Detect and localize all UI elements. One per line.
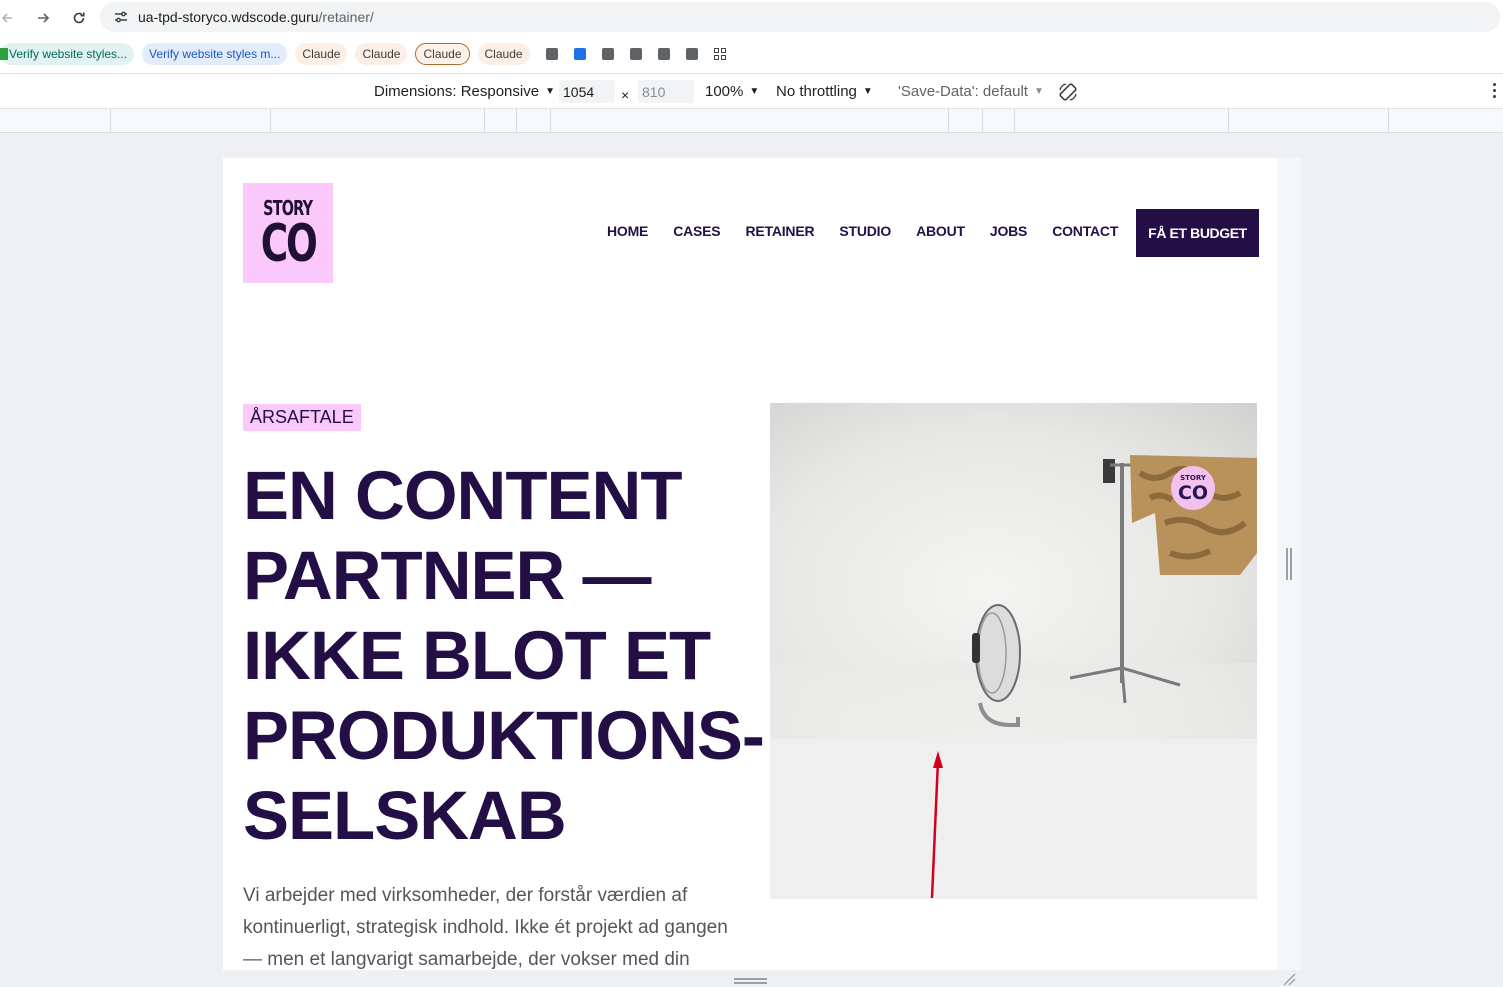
headline-line: EN CONTENT xyxy=(243,457,683,534)
main-nav: HOME CASES RETAINER STUDIO ABOUT JOBS CO… xyxy=(607,223,1143,239)
headline-line: IKKE BLOT ET xyxy=(243,617,711,694)
nav-cases[interactable]: CASES xyxy=(673,223,720,239)
nav-retainer[interactable]: RETAINER xyxy=(745,223,814,239)
headline-line: PRODUKTIONS- xyxy=(243,697,765,774)
times-icon: × xyxy=(621,86,630,103)
url-host: ua-tpd-storyco.wdscode.guru xyxy=(138,9,319,25)
bookmark-label: Verify website styles m... xyxy=(149,47,281,61)
site-logo[interactable]: STORY CO xyxy=(243,183,333,283)
hero-badge-line2: CO xyxy=(1178,482,1208,504)
nav-contact[interactable]: CONTACT xyxy=(1052,223,1118,239)
caret-down-icon: ▼ xyxy=(1033,86,1044,97)
bookmark-verify-2[interactable]: Verify website styles m... xyxy=(142,43,288,65)
get-budget-button[interactable]: FÅ ET BUDGET xyxy=(1136,209,1259,257)
caret-down-icon: ▼ xyxy=(545,86,555,97)
dimensions-dropdown[interactable]: Dimensions: Responsive ▼ xyxy=(374,74,555,109)
rotate-icon[interactable] xyxy=(1057,74,1079,109)
url-path: /retainer/ xyxy=(318,9,374,25)
hero-image-empty-area xyxy=(770,739,1257,899)
bookmark-favicon-icon[interactable] xyxy=(573,48,586,60)
nav-jobs[interactable]: JOBS xyxy=(990,223,1028,239)
bookmark-favicon-icon[interactable] xyxy=(685,48,698,60)
media-query-ruler xyxy=(0,109,1503,133)
browser-toolbar: ua-tpd-storyco.wdscode.guru/retainer/ xyxy=(0,0,1503,35)
address-bar[interactable]: ua-tpd-storyco.wdscode.guru/retainer/ xyxy=(100,2,1500,32)
headline-line: SELSKAB xyxy=(243,777,567,854)
site-settings-icon[interactable] xyxy=(112,8,130,26)
device-toolbar: Dimensions: Responsive ▼ 1054 × 810 100% ▼… xyxy=(0,74,1503,109)
logo-line-co: CO xyxy=(260,214,318,274)
bookmark-label: Claude xyxy=(362,47,401,61)
caret-down-icon: ▼ xyxy=(749,86,760,97)
bookmark-favicon-icon[interactable] xyxy=(629,48,642,60)
caret-down-icon: ▼ xyxy=(862,86,873,97)
section-tag: ÅRSAFTALE xyxy=(243,404,361,431)
save-data-label: 'Save-Data': default xyxy=(898,83,1028,100)
width-input[interactable]: 1054 xyxy=(559,80,615,103)
nav-about[interactable]: ABOUT xyxy=(916,223,965,239)
zoom-dropdown[interactable]: 100% ▼ xyxy=(705,74,759,109)
bookmark-favicon-icon[interactable] xyxy=(657,48,670,60)
more-options-icon[interactable] xyxy=(1493,83,1497,98)
dimensions-label: Dimensions: Responsive xyxy=(374,83,540,100)
resize-handle-right[interactable] xyxy=(1286,548,1292,580)
bookmark-claude-3[interactable]: Claude xyxy=(415,43,470,65)
height-input[interactable]: 810 xyxy=(638,80,694,103)
intro-paragraph: Vi arbejder med virksomheder, der forstå… xyxy=(243,885,728,970)
resize-corner-icon[interactable] xyxy=(1282,972,1296,986)
bookmark-claude-2[interactable]: Claude xyxy=(355,43,408,65)
bookmark-favicon-icon[interactable] xyxy=(601,48,614,60)
bookmark-favicon-icon[interactable] xyxy=(545,48,558,60)
bookmarks-bar: Verify website styles... Verify website … xyxy=(0,35,1503,74)
zoom-label: 100% xyxy=(705,83,744,100)
url-text: ua-tpd-storyco.wdscode.guru/retainer/ xyxy=(138,9,374,25)
bookmark-verify-1[interactable]: Verify website styles... xyxy=(0,43,135,65)
nav-studio[interactable]: STUDIO xyxy=(839,223,891,239)
bookmark-claude-4[interactable]: Claude xyxy=(477,43,530,65)
headline-line: PARTNER — xyxy=(243,537,652,614)
save-data-dropdown[interactable]: 'Save-Data': default ▼ xyxy=(898,74,1044,109)
reload-icon[interactable] xyxy=(64,3,94,33)
emulated-page: STORY CO HOME CASES RETAINER STUDIO ABOU… xyxy=(223,158,1277,970)
checkbox-icon xyxy=(0,48,8,60)
hero-badge-line1: STORY xyxy=(1180,474,1207,482)
bookmark-label: Claude xyxy=(302,47,341,61)
bookmark-claude-1[interactable]: Claude xyxy=(295,43,348,65)
hero-image: STORY CO xyxy=(770,403,1257,739)
throttling-label: No throttling xyxy=(776,83,857,100)
apps-grid-icon[interactable] xyxy=(713,48,726,60)
back-icon[interactable] xyxy=(0,3,14,33)
bookmark-label: Claude xyxy=(423,47,462,61)
bookmark-label: Verify website styles... xyxy=(9,47,128,61)
resize-handle-bottom[interactable] xyxy=(734,978,767,984)
bookmark-label: Claude xyxy=(484,47,523,61)
throttling-dropdown[interactable]: No throttling ▼ xyxy=(776,74,873,109)
nav-home[interactable]: HOME xyxy=(607,223,648,239)
forward-icon[interactable] xyxy=(28,3,58,33)
page-headline: EN CONTENT PARTNER — IKKE BLOT ET PRODUK… xyxy=(243,456,783,856)
